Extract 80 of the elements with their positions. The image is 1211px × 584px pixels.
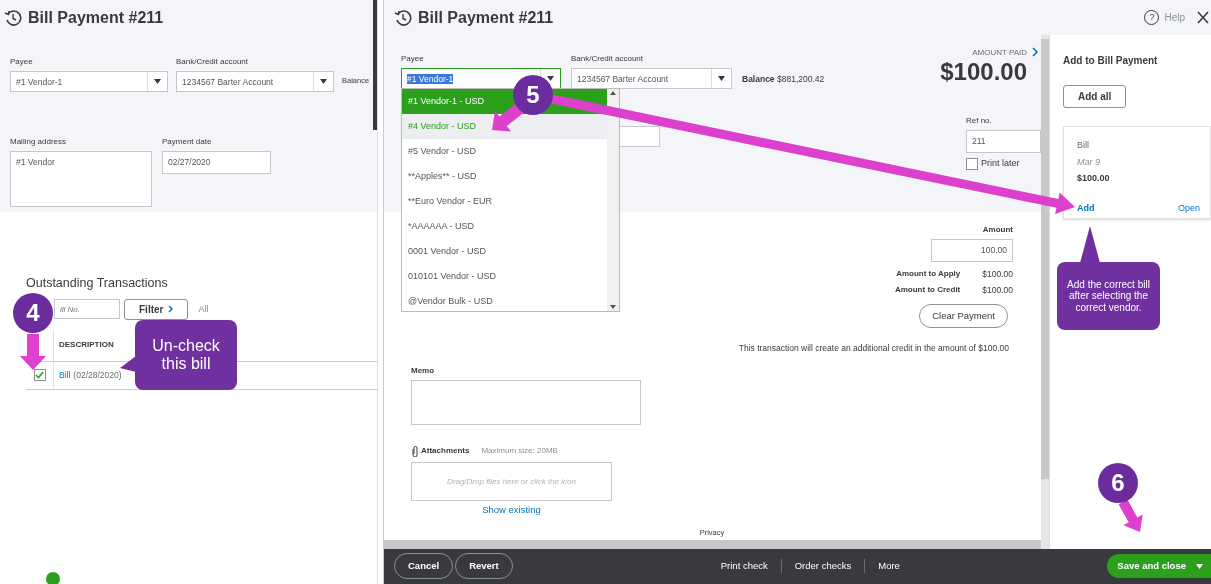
scroll-down-icon[interactable]: [610, 305, 616, 310]
ref-number-field[interactable]: 211: [966, 130, 1041, 154]
field-label: Mailing address: [10, 136, 68, 148]
footer-action[interactable]: Print check: [707, 559, 781, 574]
callout-pointer: [120, 356, 136, 372]
paperclip-icon: [411, 445, 419, 458]
callout: Un-check this bill: [135, 320, 237, 390]
dropdown-option[interactable]: **Apples** - USD: [402, 164, 607, 190]
payee-select[interactable]: #1 Vendor-1: [10, 71, 168, 92]
field-label: Payment date: [162, 136, 213, 148]
footer-action[interactable]: Order checks: [780, 559, 865, 574]
payment-date-field[interactable]: 02/27/2020: [162, 151, 271, 174]
column-header: DESCRIPTION: [58, 339, 114, 352]
add-all-button[interactable]: Add all: [1063, 85, 1127, 109]
total-value: $100.00: [982, 284, 1013, 298]
dropdown-option[interactable]: **Euro Vendor - EUR: [402, 189, 607, 215]
max-size-note: Maximum size: 20MB: [481, 445, 558, 458]
chevron-right-icon: [168, 305, 174, 314]
panel-title: Add to Bill Payment: [1063, 54, 1159, 69]
open-link[interactable]: Open: [1177, 201, 1200, 216]
field-label: Payee: [401, 53, 425, 66]
caret-icon: [718, 76, 725, 82]
mailing-address-field[interactable]: #1 Vendor: [10, 151, 152, 207]
dropdown-option[interactable]: 010101 Vendor - USD: [402, 264, 607, 290]
history-icon: [4, 9, 22, 27]
clear-payment-button[interactable]: Clear Payment: [919, 304, 1008, 329]
arrow: [1118, 499, 1143, 532]
print-later-checkbox[interactable]: [966, 157, 978, 170]
amount-paid-value: $100.00: [940, 59, 1027, 86]
amount-paid-label: AMOUNT PAID: [972, 47, 1027, 60]
caret-icon: [1196, 563, 1203, 569]
amount-field[interactable]: 100.00: [931, 239, 1013, 263]
history-icon: [394, 8, 412, 27]
field-label: Payee: [10, 56, 34, 68]
checkbox-label: Print later: [981, 157, 1020, 171]
bill-link[interactable]: Bill: [54, 368, 71, 382]
bill-date: Mar 9: [1077, 155, 1101, 169]
total-label: Amount to Credit: [894, 284, 961, 297]
total-label: Amount to Apply: [896, 268, 961, 281]
bank-account-select[interactable]: 1234567 Barter Account: [571, 68, 732, 90]
total-value: $100.00: [982, 268, 1013, 282]
filter-button[interactable]: Filter: [124, 298, 189, 320]
dropdown-option[interactable]: @Vendor Bulk - USD: [402, 289, 607, 315]
dropdown-option[interactable]: #5 Vendor - USD: [402, 139, 607, 165]
row-checkbox[interactable]: [33, 369, 46, 382]
arrow: [20, 334, 46, 370]
attachments-label: Attachments: [421, 445, 470, 458]
bill-amount: $100.00: [1077, 172, 1111, 186]
field-label: Memo: [411, 365, 436, 378]
field-label: Ref no.: [966, 115, 993, 128]
chevron-right-icon[interactable]: [1032, 47, 1039, 58]
window-title: Bill Payment #211: [418, 8, 554, 28]
show-existing-link[interactable]: Show existing: [482, 503, 541, 518]
callout: Add the correct bill after selecting the correct vendor.: [1057, 262, 1160, 330]
footer-action[interactable]: More: [864, 559, 913, 574]
memo-field[interactable]: [411, 380, 641, 426]
add-link[interactable]: Add: [1077, 201, 1095, 216]
section-title: Outstanding Transactions: [26, 275, 169, 292]
field-label: Bank/Credit account: [176, 56, 250, 68]
bank-account-select[interactable]: 1234567 Barter Account: [176, 71, 334, 92]
callout-pointer: [1080, 226, 1100, 263]
field-label: Bank/Credit account: [571, 53, 645, 66]
step-marker: 4: [13, 293, 53, 333]
caret-icon: [320, 79, 327, 84]
checkmark-icon: [35, 371, 44, 380]
close-icon[interactable]: [1197, 11, 1209, 25]
bill-date: (02/28/2020): [73, 368, 122, 382]
arrow: [492, 103, 524, 132]
field-label: Amount: [982, 224, 1013, 237]
step-marker: 6: [1098, 463, 1138, 503]
dropdown-option[interactable]: 0001 Vendor - USD: [402, 239, 607, 265]
balance-text: Balance $881,200.42: [742, 72, 825, 86]
dropdown-option[interactable]: *AAAAAA - USD: [402, 214, 607, 240]
bill-number-field[interactable]: ill No.: [54, 299, 120, 320]
caret-icon: [154, 79, 161, 84]
help-link[interactable]: ? Help: [1144, 10, 1185, 26]
credit-note: This transaction will create an additional credit in the amount of $100.00: [737, 342, 1010, 356]
caret-icon: [547, 76, 554, 82]
window-title: Bill Payment #211: [28, 8, 164, 28]
bill-type: Bill: [1077, 139, 1090, 153]
